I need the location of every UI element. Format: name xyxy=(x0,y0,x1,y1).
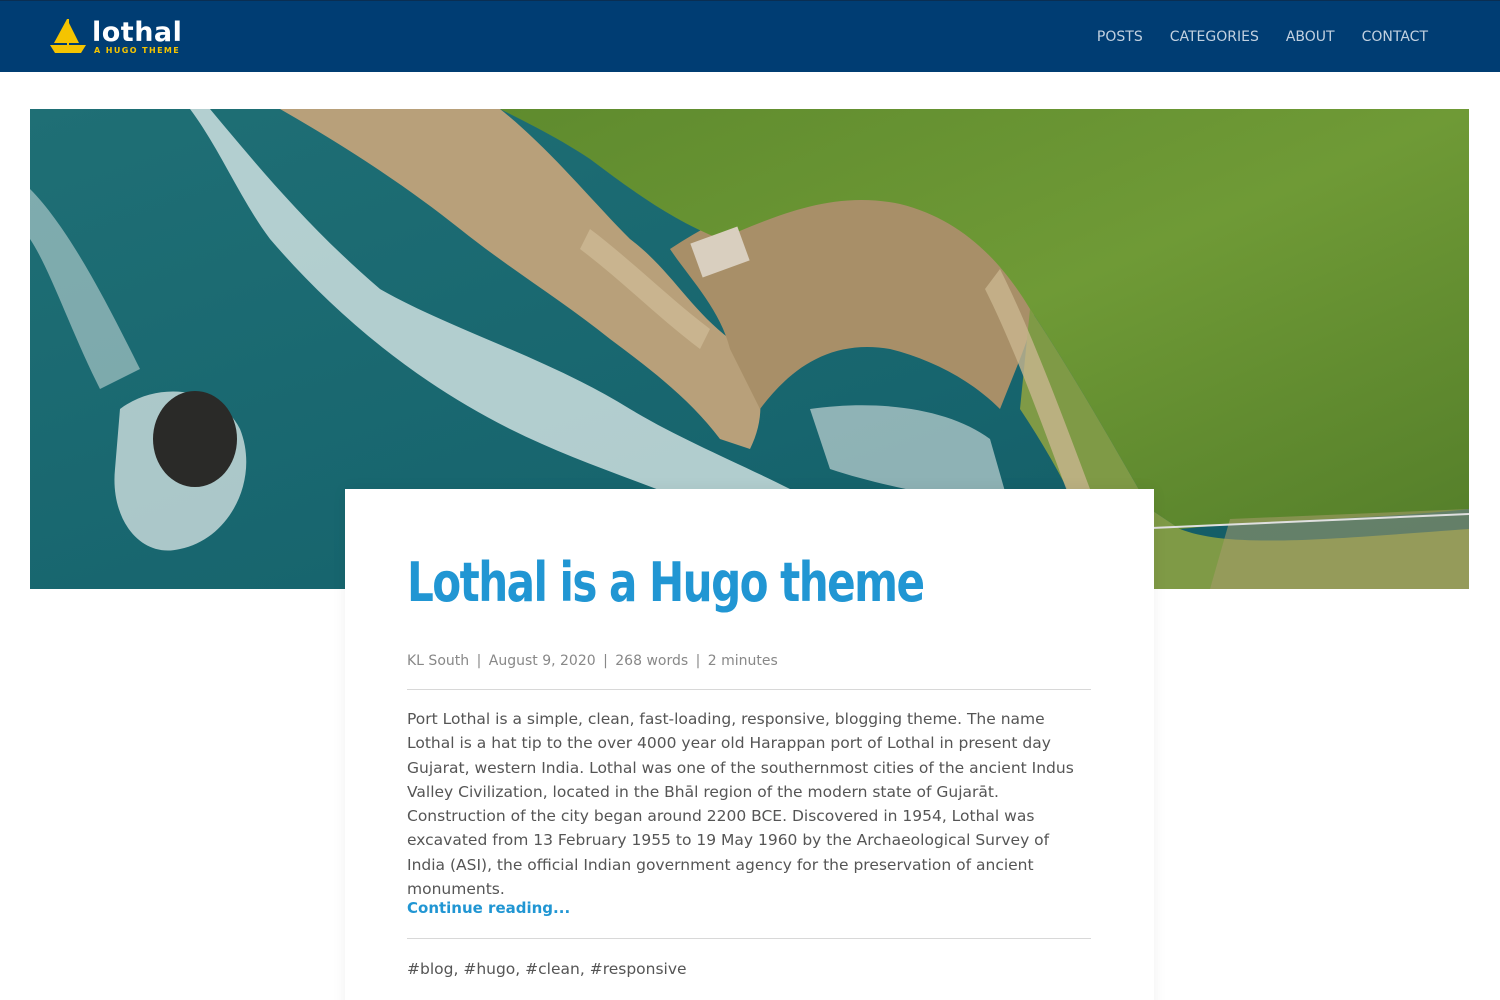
nav-about[interactable]: ABOUT xyxy=(1286,27,1335,47)
post-reading-time: 2 minutes xyxy=(707,653,778,669)
post-author: KL South xyxy=(407,653,470,669)
post-title[interactable]: Lothal is a Hugo theme xyxy=(407,549,953,617)
tag-link[interactable]: #clean xyxy=(525,960,580,978)
nav-categories[interactable]: CATEGORIES xyxy=(1170,27,1259,47)
continue-reading-link[interactable]: Continue reading... xyxy=(407,897,570,919)
tag-link[interactable]: #hugo xyxy=(463,960,515,978)
nav-contact[interactable]: CONTACT xyxy=(1362,27,1428,47)
nav-posts[interactable]: POSTS xyxy=(1097,27,1143,47)
logo-wordmark: lothal xyxy=(92,17,183,48)
site-header: lothal A HUGO THEME POSTS CATEGORIES ABO… xyxy=(0,0,1500,72)
post-meta: KL South | August 9, 2020 | 268 words | … xyxy=(407,653,778,669)
logo-tagline: A HUGO THEME xyxy=(94,46,181,55)
main-nav: POSTS CATEGORIES ABOUT CONTACT xyxy=(1097,27,1428,47)
post-date: August 9, 2020 xyxy=(488,653,596,669)
tag-link[interactable]: #blog xyxy=(407,960,453,978)
post-tags: #blog, #hugo, #clean, #responsive xyxy=(407,960,687,978)
divider xyxy=(407,689,1091,690)
site-logo[interactable]: lothal A HUGO THEME xyxy=(48,17,188,57)
post-excerpt: Port Lothal is a simple, clean, fast-loa… xyxy=(407,710,1074,899)
post-card: Lothal is a Hugo theme KL South | August… xyxy=(345,489,1154,1000)
post-word-count: 268 words xyxy=(615,653,689,669)
sailboat-icon xyxy=(50,19,86,53)
tag-link[interactable]: #responsive xyxy=(590,960,687,978)
divider xyxy=(407,938,1091,939)
